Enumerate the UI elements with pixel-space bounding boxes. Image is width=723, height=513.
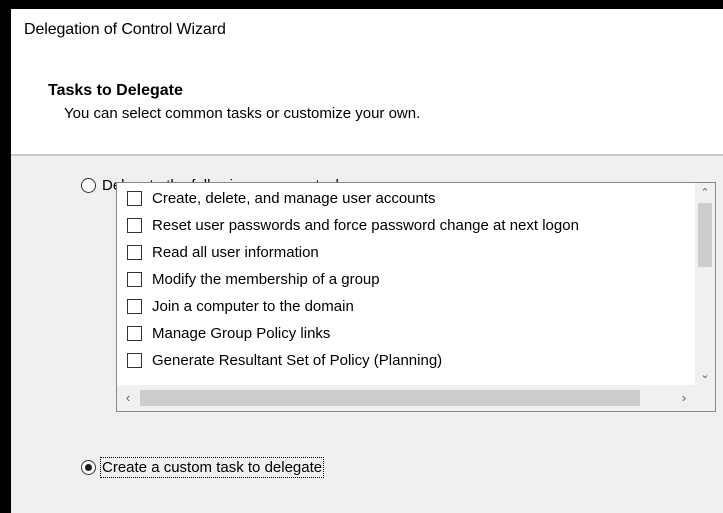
custom-task-label[interactable]: Create a custom task to delegate	[99, 457, 325, 478]
list-item[interactable]: Join a computer to the domain	[127, 295, 354, 317]
common-tasks-list[interactable]: Create, delete, and manage user accounts…	[116, 182, 716, 412]
chevron-up-icon[interactable]: ⌃	[695, 183, 715, 203]
task-label[interactable]: Read all user information	[152, 244, 319, 261]
page-title: Tasks to Delegate	[48, 82, 183, 99]
list-item[interactable]: Modify the membership of a group	[127, 268, 380, 290]
task-label[interactable]: Reset user passwords and force password …	[152, 217, 579, 234]
vertical-scrollbar[interactable]: ⌃ ⌄	[695, 183, 715, 385]
list-item[interactable]: Create, delete, and manage user accounts	[127, 187, 436, 209]
list-item[interactable]: Read all user information	[127, 241, 319, 263]
task-checkbox[interactable]	[127, 244, 142, 260]
delegate-common-tasks-radio[interactable]	[81, 178, 96, 193]
page-subtitle: You can select common tasks or customize…	[64, 105, 421, 122]
screenshot-frame: Delegation of Control Wizard Tasks to De…	[0, 0, 723, 513]
wizard-window: Delegation of Control Wizard Tasks to De…	[11, 9, 723, 513]
horizontal-scroll-thumb[interactable]	[140, 390, 640, 406]
task-checkbox[interactable]	[127, 298, 142, 314]
task-label[interactable]: Manage Group Policy links	[152, 325, 330, 342]
title-bar: Delegation of Control Wizard	[11, 9, 723, 53]
task-label[interactable]: Create, delete, and manage user accounts	[152, 190, 436, 207]
list-item[interactable]: Manage Group Policy links	[127, 322, 330, 344]
task-label[interactable]: Modify the membership of a group	[152, 271, 380, 288]
custom-task-option[interactable]: Create a custom task to delegate	[81, 457, 325, 478]
chevron-down-icon[interactable]: ⌄	[695, 365, 715, 385]
task-checkbox[interactable]	[127, 190, 142, 206]
task-checkbox[interactable]	[127, 325, 142, 341]
chevron-right-icon[interactable]: ›	[673, 385, 695, 411]
list-item[interactable]: Generate Resultant Set of Policy (Planni…	[127, 349, 442, 371]
window-title: Delegation of Control Wizard	[24, 21, 226, 38]
scroll-corner	[695, 385, 715, 411]
task-checkbox[interactable]	[127, 271, 142, 287]
horizontal-scrollbar[interactable]: ‹ ›	[117, 385, 695, 411]
wizard-header: Tasks to Delegate You can select common …	[11, 53, 723, 154]
task-label[interactable]: Join a computer to the domain	[152, 298, 354, 315]
custom-task-radio[interactable]	[81, 460, 96, 475]
task-label[interactable]: Generate Resultant Set of Policy (Planni…	[152, 352, 442, 369]
task-checkbox[interactable]	[127, 217, 142, 233]
list-item[interactable]: Reset user passwords and force password …	[127, 214, 579, 236]
vertical-scroll-thumb[interactable]	[698, 203, 712, 267]
task-checkbox[interactable]	[127, 352, 142, 368]
chevron-left-icon[interactable]: ‹	[117, 385, 139, 411]
